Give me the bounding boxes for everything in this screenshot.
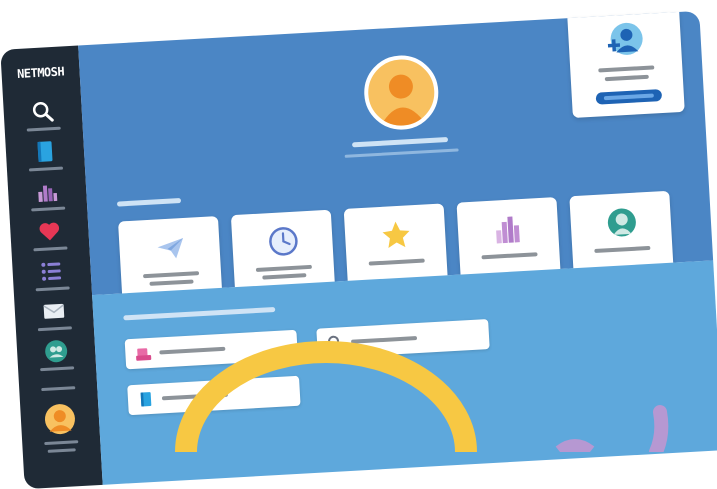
sidebar-item-stats[interactable] <box>22 178 74 219</box>
person-icon <box>606 207 638 239</box>
bar-chart-icon <box>493 213 525 245</box>
sidebar-item-community[interactable] <box>31 338 83 379</box>
envelope-icon <box>41 299 66 324</box>
book-icon <box>138 391 155 408</box>
add-user-button[interactable] <box>596 89 663 105</box>
heart-icon <box>37 219 62 244</box>
people-icon <box>44 339 69 364</box>
add-user-icon <box>604 20 646 62</box>
profile-subtitle-line <box>345 148 459 157</box>
paper-plane-icon <box>155 232 187 264</box>
app-window: NETMOSH <box>0 11 717 489</box>
magnifier-icon <box>30 99 55 124</box>
bar-chart-icon <box>35 179 60 204</box>
search-icon <box>327 334 344 351</box>
search-field[interactable] <box>316 319 489 359</box>
profile-avatar[interactable] <box>362 54 440 132</box>
content-label-line <box>123 307 275 320</box>
add-user-card <box>567 12 684 118</box>
book-icon <box>32 139 57 164</box>
stamp-icon <box>135 345 152 362</box>
sidebar-item-list[interactable] <box>26 258 78 299</box>
sidebar-profile[interactable] <box>34 402 87 455</box>
sidebar-item-favorites[interactable] <box>24 218 76 259</box>
field-two[interactable] <box>127 376 300 416</box>
content-area <box>92 260 717 484</box>
user-avatar-icon <box>366 58 436 128</box>
list-icon <box>39 259 64 284</box>
field-one[interactable] <box>125 330 298 370</box>
sidebar-item-book[interactable] <box>19 138 71 179</box>
sidebar-item-search[interactable] <box>17 98 69 139</box>
profile-name-line <box>352 137 448 147</box>
logo: NETMOSH <box>11 64 70 81</box>
star-icon <box>380 219 412 251</box>
clock-icon <box>268 226 300 258</box>
user-avatar-icon <box>43 402 77 436</box>
sidebar-item-mail[interactable] <box>28 298 80 339</box>
section-label-line <box>117 198 181 207</box>
profile-header <box>78 11 713 295</box>
